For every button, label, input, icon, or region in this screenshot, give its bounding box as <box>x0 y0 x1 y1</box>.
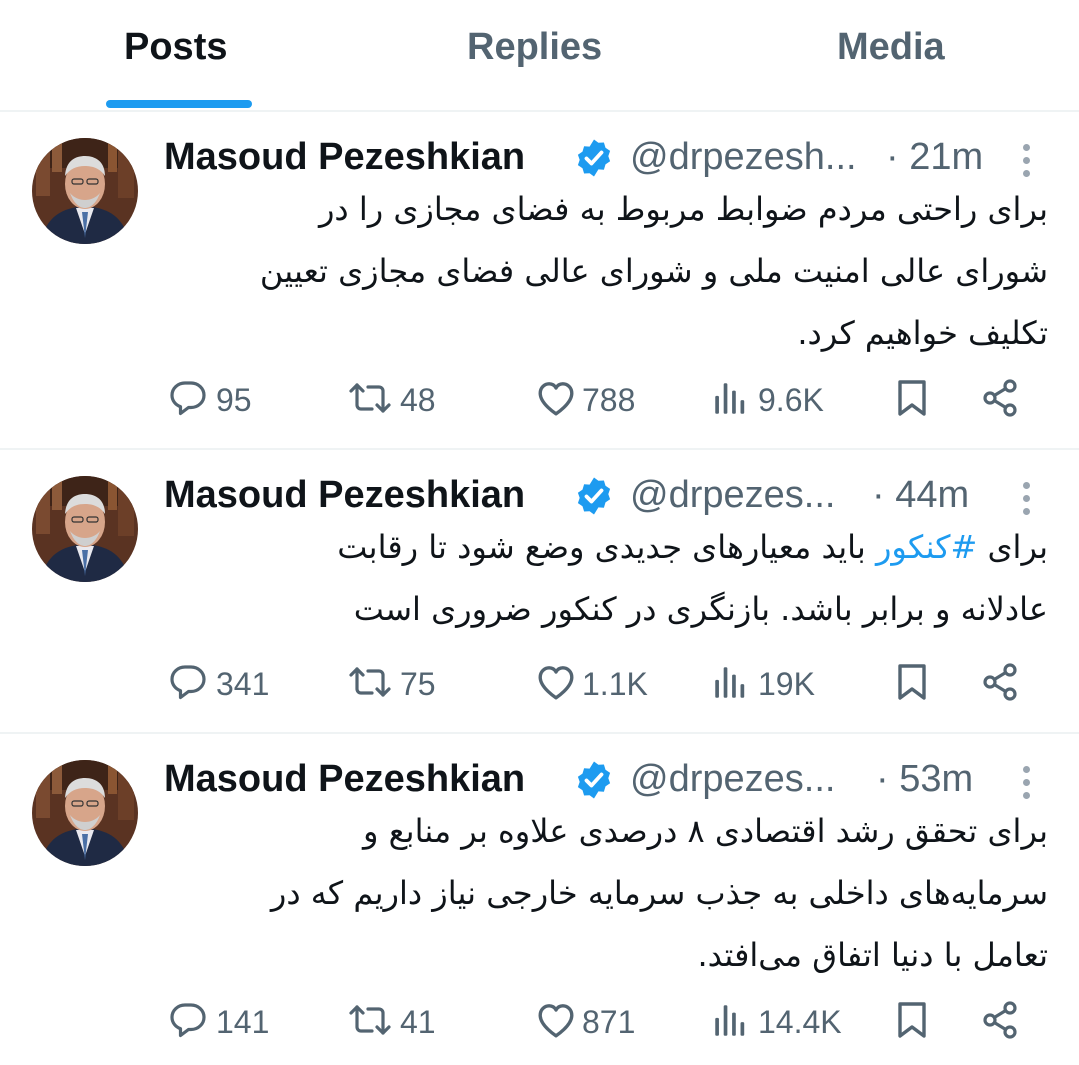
timestamp[interactable]: · 21m <box>886 136 983 179</box>
reply-count: 341 <box>216 666 270 702</box>
tweet-text-line: برای #کنکور باید معیارهای جدیدی وضع شود … <box>160 516 1048 578</box>
more-icon[interactable] <box>1016 762 1036 802</box>
like-count: 1.1K <box>582 666 648 702</box>
tweet[interactable]: Masoud Pezeshkian @drpezesh... · 21m برا… <box>0 112 1079 450</box>
share-icon <box>983 1001 1017 1039</box>
tweet-actions: 341 75 1.1K 19K <box>0 658 1079 708</box>
views-count: 19K <box>758 666 815 702</box>
tweet-text-line: تعامل با دنیا اتفاق می‌افتد. <box>697 936 1048 974</box>
tweet-text: برای تحقق رشد اقتصادی ۸ درصدی علاوه بر م… <box>160 800 1048 986</box>
author-handle[interactable]: @drpezesh... <box>630 136 857 179</box>
bookmark-button[interactable] <box>894 658 934 708</box>
more-icon[interactable] <box>1016 478 1036 518</box>
tweet-actions: 95 48 788 9.6K <box>0 374 1079 424</box>
author-handle[interactable]: @drpezes... <box>630 758 835 801</box>
verified-badge-icon <box>576 138 612 178</box>
tab-replies[interactable]: Replies <box>467 26 602 69</box>
bookmark-button[interactable] <box>894 996 934 1046</box>
tweet-text: برای #کنکور باید معیارهای جدیدی وضع شود … <box>160 516 1048 640</box>
reply-button[interactable]: 141 <box>168 996 288 1046</box>
tweet-text: برای راحتی مردم ضوابط مربوط به فضای مجاز… <box>160 178 1048 364</box>
tweet-text-line: تکلیف خواهیم کرد. <box>797 314 1048 352</box>
reply-count: 95 <box>216 382 252 418</box>
reply-icon <box>170 381 206 416</box>
bookmark-icon <box>898 664 926 700</box>
like-button[interactable]: 1.1K <box>536 658 656 708</box>
repost-count: 41 <box>400 1004 436 1040</box>
share-icon <box>983 379 1017 417</box>
more-icon[interactable] <box>1016 140 1036 180</box>
author-name[interactable]: Masoud Pezeshkian <box>164 136 525 179</box>
repost-icon <box>349 383 391 413</box>
repost-icon <box>349 667 391 697</box>
profile-tabs: Posts Replies Media <box>0 0 1079 112</box>
like-count: 788 <box>582 382 636 418</box>
share-button[interactable] <box>980 658 1024 708</box>
tweet[interactable]: Masoud Pezeshkian @drpezes... · 53m برای… <box>0 734 1079 1065</box>
bookmark-icon <box>898 380 926 416</box>
verified-badge-icon <box>576 760 612 800</box>
views-count: 9.6K <box>758 382 824 418</box>
reply-button[interactable]: 95 <box>168 374 278 424</box>
tweet-header: Masoud Pezeshkian @drpezesh... · 21m <box>164 134 1044 182</box>
tab-media[interactable]: Media <box>837 26 945 69</box>
reply-button[interactable]: 341 <box>168 658 288 708</box>
avatar[interactable] <box>32 476 138 582</box>
avatar[interactable] <box>32 138 138 244</box>
views-icon <box>715 383 745 414</box>
share-icon <box>983 663 1017 701</box>
tweet-text-segment: باید معیارهای جدیدی وضع شود تا رقابت <box>337 528 876 566</box>
reply-icon <box>170 665 206 700</box>
tweet[interactable]: Masoud Pezeshkian @drpezes... · 44m برای… <box>0 450 1079 734</box>
tweet-text-line: شورای عالی امنیت ملی و شورای عالی فضای م… <box>259 252 1048 290</box>
tab-posts[interactable]: Posts <box>124 26 227 69</box>
tweet-text-line: برای تحقق رشد اقتصادی ۸ درصدی علاوه بر م… <box>363 812 1048 850</box>
repost-icon <box>349 1005 391 1035</box>
share-button[interactable] <box>980 996 1024 1046</box>
views-icon <box>715 667 745 698</box>
hashtag-link[interactable]: #کنکور <box>876 528 977 566</box>
author-handle[interactable]: @drpezes... <box>630 474 835 517</box>
verified-badge-icon <box>576 476 612 516</box>
tweet-actions: 141 41 871 14.4K <box>0 996 1079 1046</box>
repost-button[interactable]: 48 <box>348 374 458 424</box>
tweet-text-line: عادلانه و برابر باشد. بازنگری در کنکور ض… <box>353 590 1048 628</box>
repost-button[interactable]: 41 <box>348 996 458 1046</box>
author-name[interactable]: Masoud Pezeshkian <box>164 758 525 801</box>
reply-count: 141 <box>216 1004 270 1040</box>
bookmark-button[interactable] <box>894 374 934 424</box>
repost-count: 48 <box>400 382 436 418</box>
like-button[interactable]: 788 <box>536 374 656 424</box>
like-count: 871 <box>582 1004 636 1040</box>
like-icon <box>538 382 574 416</box>
tweet-header: Masoud Pezeshkian @drpezes... · 44m <box>164 472 1044 520</box>
views-button[interactable]: 14.4K <box>712 996 852 1046</box>
avatar[interactable] <box>32 760 138 866</box>
views-button[interactable]: 19K <box>712 658 842 708</box>
tweet-header: Masoud Pezeshkian @drpezes... · 53m <box>164 756 1044 804</box>
tweet-text-segment: برای <box>977 528 1049 566</box>
views-count: 14.4K <box>758 1004 842 1040</box>
tweet-text-line: برای راحتی مردم ضوابط مربوط به فضای مجاز… <box>318 190 1048 228</box>
tweet-text-line: سرمایه‌های داخلی به جذب سرمایه خارجی نیا… <box>270 874 1048 912</box>
like-button[interactable]: 871 <box>536 996 656 1046</box>
timestamp[interactable]: · 53m <box>876 758 973 801</box>
like-icon <box>538 1004 574 1038</box>
timestamp[interactable]: · 44m <box>872 474 969 517</box>
active-tab-indicator <box>106 100 252 108</box>
like-icon <box>538 666 574 700</box>
repost-button[interactable]: 75 <box>348 658 458 708</box>
reply-icon <box>170 1003 206 1038</box>
views-icon <box>715 1005 745 1036</box>
views-button[interactable]: 9.6K <box>712 374 842 424</box>
author-name[interactable]: Masoud Pezeshkian <box>164 474 525 517</box>
bookmark-icon <box>898 1002 926 1038</box>
repost-count: 75 <box>400 666 436 702</box>
share-button[interactable] <box>980 374 1024 424</box>
